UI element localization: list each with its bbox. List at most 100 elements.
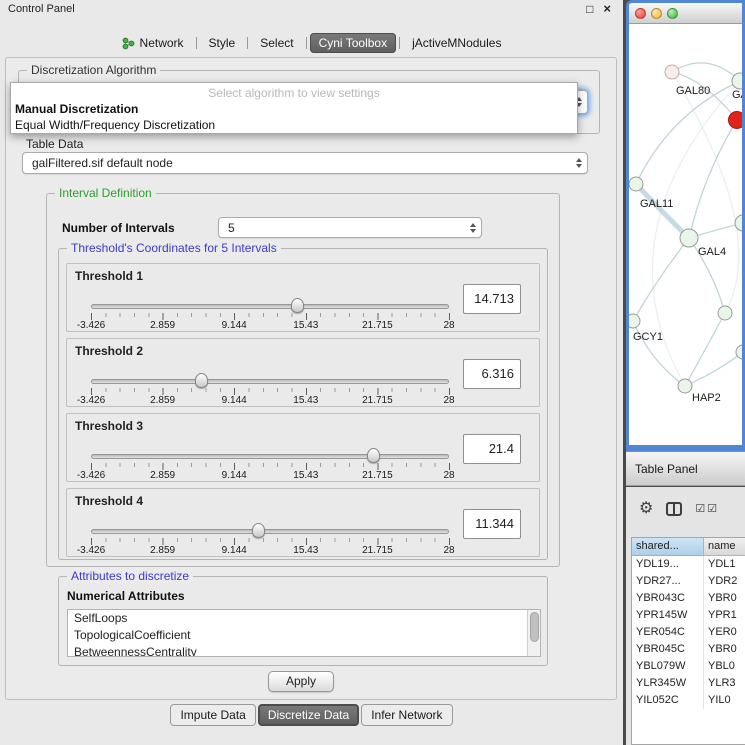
- table-cell[interactable]: YLR345W: [632, 675, 704, 692]
- table-cell[interactable]: YBR045C: [632, 641, 704, 658]
- slider-track[interactable]: [91, 454, 449, 459]
- checkbox-icon[interactable]: ☑: [695, 502, 705, 515]
- table-cell[interactable]: YIL052C: [632, 692, 704, 709]
- network-node[interactable]: [680, 229, 698, 247]
- table-row[interactable]: YBL079WYBL0: [632, 658, 745, 675]
- table-row[interactable]: YDL19...YDL1: [632, 556, 745, 573]
- minimize-traffic-light-icon[interactable]: [651, 8, 662, 19]
- network-canvas[interactable]: GAL80 GA GAL11 GAL4 GCY1 HAP2: [629, 24, 742, 444]
- table-cell[interactable]: YDL1: [704, 556, 745, 573]
- threshold-2-value-field[interactable]: 6.316: [463, 359, 521, 389]
- select-columns-icons: ☑ ☑: [695, 502, 717, 515]
- column-header-shared-name[interactable]: shared...: [632, 538, 704, 556]
- algorithm-option-manual[interactable]: Manual Discretization: [11, 101, 577, 117]
- tab-infer-network[interactable]: Infer Network: [361, 704, 452, 726]
- network-window-titlebar[interactable]: [629, 3, 742, 24]
- list-item[interactable]: TopologicalCoefficient: [68, 627, 540, 644]
- threshold-1-slider[interactable]: [91, 304, 449, 312]
- slider-thumb[interactable]: [195, 373, 208, 388]
- table-cell[interactable]: YBL079W: [632, 658, 704, 675]
- table-cell[interactable]: YIL0: [704, 692, 745, 709]
- table-data-combo[interactable]: galFiltered.sif default node: [22, 152, 588, 174]
- table-cell[interactable]: YLR3: [704, 675, 745, 692]
- table-cell[interactable]: YPR1: [704, 607, 745, 624]
- scale-label: 15.43: [293, 545, 318, 556]
- table-cell[interactable]: YER054C: [632, 624, 704, 641]
- network-icon: [122, 37, 135, 50]
- scale-label: 15.43: [293, 470, 318, 481]
- gear-icon[interactable]: ⚙: [639, 501, 653, 517]
- network-node[interactable]: [629, 314, 640, 328]
- numerical-attributes-list[interactable]: SelfLoops TopologicalCoefficient Between…: [67, 609, 541, 657]
- combo-stepper-icon[interactable]: [576, 158, 582, 168]
- tab-impute-data[interactable]: Impute Data: [170, 704, 255, 726]
- columns-icon[interactable]: [666, 502, 682, 516]
- number-of-intervals-combo[interactable]: 5: [218, 217, 482, 238]
- table-row[interactable]: YLR345WYLR3: [632, 675, 745, 692]
- slider-tick-ruler: [91, 538, 450, 545]
- table-row[interactable]: YBR045CYBR0: [632, 641, 745, 658]
- float-window-icon[interactable]: □: [586, 0, 593, 18]
- table-cell[interactable]: YBR0: [704, 590, 745, 607]
- list-scrollbar[interactable]: [527, 610, 540, 656]
- tab-select[interactable]: Select: [251, 33, 302, 53]
- tab-cyni-toolbox[interactable]: Cyni Toolbox: [310, 33, 396, 53]
- table-row[interactable]: YPR145WYPR1: [632, 607, 745, 624]
- table-cell[interactable]: YDR2: [704, 573, 745, 590]
- tab-network[interactable]: Network: [113, 33, 193, 53]
- table-row[interactable]: YDR27...YDR2: [632, 573, 745, 590]
- table-row[interactable]: YBR043CYBR0: [632, 590, 745, 607]
- apply-button[interactable]: Apply: [268, 671, 334, 692]
- list-item[interactable]: SelfLoops: [68, 610, 540, 627]
- scale-label: 28: [443, 395, 454, 406]
- slider-track[interactable]: [91, 529, 449, 534]
- number-of-intervals-value: 5: [228, 221, 235, 235]
- algorithm-option-equal-width[interactable]: Equal Width/Frequency Discretization: [11, 117, 577, 133]
- tab-jactivemnodules[interactable]: jActiveMNodules: [403, 33, 510, 53]
- slider-tick-ruler: [91, 388, 450, 395]
- table-cell[interactable]: YBL0: [704, 658, 745, 675]
- column-header-name[interactable]: name: [704, 538, 745, 556]
- network-node[interactable]: [665, 65, 679, 79]
- table-cell[interactable]: YDR27...: [632, 573, 704, 590]
- zoom-traffic-light-icon[interactable]: [667, 8, 678, 19]
- table-cell[interactable]: YER0: [704, 624, 745, 641]
- slider-thumb[interactable]: [367, 448, 380, 463]
- slider-thumb[interactable]: [291, 298, 304, 313]
- tab-separator: [196, 37, 197, 49]
- list-item[interactable]: BetweennessCentrality: [68, 644, 540, 657]
- slider-thumb[interactable]: [252, 523, 265, 538]
- close-traffic-light-icon[interactable]: [635, 8, 646, 19]
- table-cell[interactable]: YPR145W: [632, 607, 704, 624]
- threshold-2-slider[interactable]: [91, 379, 449, 387]
- slider-track[interactable]: [91, 379, 449, 384]
- scale-label: 2.859: [150, 320, 175, 331]
- threshold-3-slider[interactable]: [91, 454, 449, 462]
- threshold-1-label: Threshold 1: [75, 269, 143, 283]
- table-cell[interactable]: YBR0: [704, 641, 745, 658]
- scrollbar-thumb[interactable]: [530, 612, 539, 642]
- table-row[interactable]: YER054CYER0: [632, 624, 745, 641]
- network-node-selected-red[interactable]: [729, 112, 743, 129]
- threshold-4-slider[interactable]: [91, 529, 449, 537]
- threshold-4-value-field[interactable]: 11.344: [463, 509, 521, 539]
- node-attribute-table: shared... name YDL19...YDL1 YDR27...YDR2…: [631, 537, 745, 745]
- table-row[interactable]: YIL052CYIL0: [632, 692, 745, 709]
- tab-discretize-data[interactable]: Discretize Data: [258, 704, 359, 726]
- checkbox-icon[interactable]: ☑: [707, 502, 717, 515]
- scale-label: 21.715: [362, 545, 393, 556]
- scale-label: 2.859: [150, 470, 175, 481]
- tab-style[interactable]: Style: [200, 33, 245, 53]
- table-cell[interactable]: YBR043C: [632, 590, 704, 607]
- slider-track[interactable]: [91, 304, 449, 309]
- table-panel-header[interactable]: Table Panel: [626, 451, 745, 486]
- combo-stepper-icon[interactable]: [470, 223, 476, 233]
- network-node[interactable]: [718, 306, 732, 320]
- tab-separator: [247, 37, 248, 49]
- close-icon[interactable]: ×: [603, 0, 611, 18]
- threshold-3-value-field[interactable]: 21.4: [463, 434, 521, 464]
- threshold-1-value-field[interactable]: 14.713: [463, 284, 521, 314]
- network-node[interactable]: [678, 379, 692, 393]
- table-cell[interactable]: YDL19...: [632, 556, 704, 573]
- network-node[interactable]: [629, 177, 643, 191]
